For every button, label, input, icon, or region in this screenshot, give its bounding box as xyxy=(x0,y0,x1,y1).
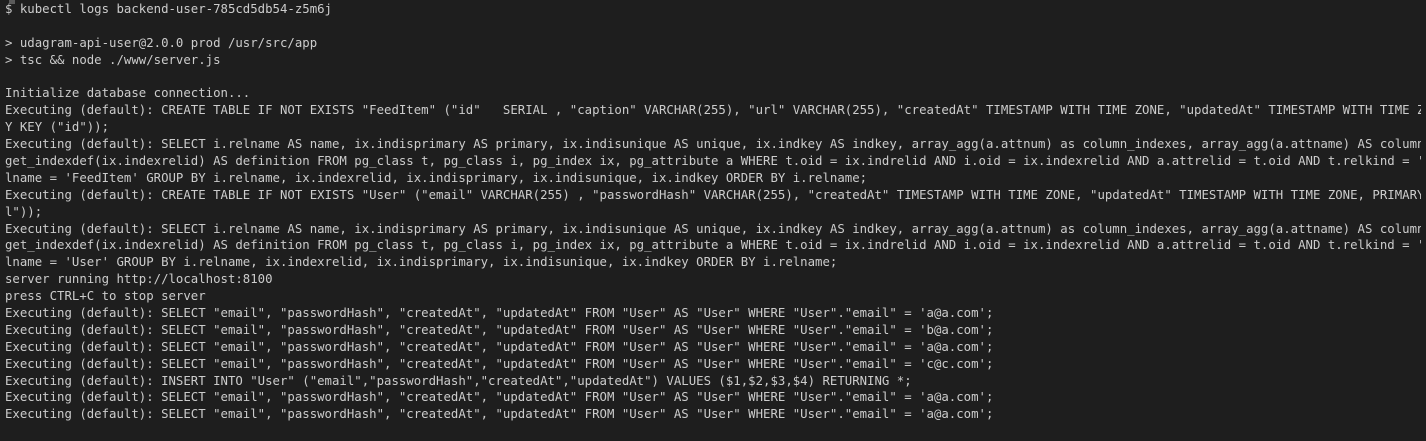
terminal-output[interactable]: $ kubectl logs backend-user-785cd5db54-z… xyxy=(0,0,1426,441)
log-line: get_indexdef(ix.indexrelid) AS definitio… xyxy=(5,238,1421,253)
log-line: Executing (default): INSERT INTO "User" … xyxy=(5,373,912,388)
log-line: Executing (default): SELECT i.relname AS… xyxy=(5,137,1421,152)
log-lines: $ kubectl logs backend-user-785cd5db54-z… xyxy=(5,1,1421,423)
log-line: Executing (default): SELECT "email", "pa… xyxy=(5,322,994,337)
log-line: Executing (default): SELECT "email", "pa… xyxy=(5,339,994,354)
log-line: lname = 'FeedItem' GROUP BY i.relname, i… xyxy=(5,170,868,185)
log-line: Executing (default): SELECT "email", "pa… xyxy=(5,407,994,422)
log-line: Executing (default): SELECT "email", "pa… xyxy=(5,306,994,321)
log-line: l")); xyxy=(5,204,43,219)
log-line: Executing (default): CREATE TABLE IF NOT… xyxy=(5,187,1421,202)
log-line: Executing (default): CREATE TABLE IF NOT… xyxy=(5,103,1421,118)
log-line: Initialize database connection... xyxy=(5,86,251,101)
log-line: get_indexdef(ix.indexrelid) AS definitio… xyxy=(5,154,1421,169)
log-line: server running http://localhost:8100 xyxy=(5,272,273,287)
log-line: $ kubectl logs backend-user-785cd5db54-z… xyxy=(5,2,332,16)
log-line: > udagram-api-user@2.0.0 prod /usr/src/a… xyxy=(5,35,318,50)
log-line: press CTRL+C to stop server xyxy=(5,289,206,304)
log-line: > tsc && node ./www/server.js xyxy=(5,52,221,67)
log-line: Executing (default): SELECT i.relname AS… xyxy=(5,221,1421,236)
log-line: Executing (default): SELECT "email", "pa… xyxy=(5,356,994,371)
log-line: Executing (default): SELECT "email", "pa… xyxy=(5,390,994,405)
log-line: lname = 'User' GROUP BY i.relname, ix.in… xyxy=(5,255,838,270)
log-line: Y KEY ("id")); xyxy=(5,120,110,135)
